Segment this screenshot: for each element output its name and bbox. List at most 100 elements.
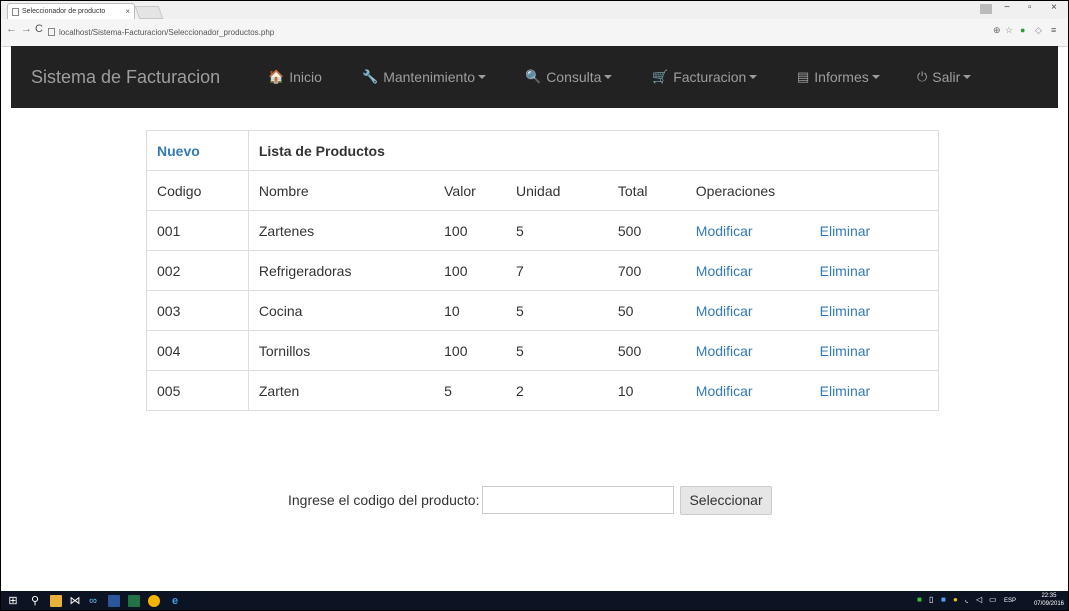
language-indicator[interactable]: ESP <box>1004 598 1016 604</box>
table-title: Lista de Productos <box>248 130 940 171</box>
cell-total: 500 <box>607 330 686 371</box>
delete-link[interactable]: Eliminar <box>809 250 939 291</box>
nav-mantenimiento-label: Mantenimiento <box>383 69 476 85</box>
product-code-label: Ingrese el codigo del producto: <box>288 492 480 508</box>
nav-facturacion[interactable]: 🛒 Facturacion <box>652 69 758 85</box>
tray-wifi-icon[interactable]: ◟ <box>965 595 968 604</box>
cell-codigo: 005 <box>146 370 249 411</box>
cell-codigo: 002 <box>146 250 249 291</box>
user-profile-icon[interactable] <box>980 4 992 14</box>
address-bar: ← → C localhost/Sistema-Facturacion/Sele… <box>1 19 1068 47</box>
product-code-input[interactable] <box>482 486 675 514</box>
nav-mantenimiento[interactable]: 🔧 Mantenimiento <box>362 69 487 85</box>
nav-consulta-label: Consulta <box>546 69 602 85</box>
cell-total: 700 <box>607 250 686 291</box>
excel-icon[interactable] <box>128 595 140 607</box>
taskbar-clock[interactable]: 22:35 07/09/2016 <box>1034 592 1064 608</box>
chrome-icon[interactable] <box>148 595 160 607</box>
page-favicon-icon <box>12 7 19 16</box>
new-tab-button[interactable] <box>134 6 164 19</box>
header-valor: Valor <box>434 170 507 211</box>
nav-informes[interactable]: ▤ Informes <box>797 69 880 85</box>
header-unidad: Unidad <box>506 170 608 211</box>
cell-nombre: Cocina <box>248 290 435 331</box>
tray-notification-icon[interactable]: ▭ <box>989 595 997 604</box>
modify-link[interactable]: Modificar <box>685 330 810 371</box>
delete-link[interactable]: Eliminar <box>809 210 939 251</box>
shopping-cart-icon: 🛒 <box>652 69 669 84</box>
list-alt-icon: ▤ <box>797 69 810 84</box>
extension-shield-icon[interactable]: ◇ <box>1035 25 1042 36</box>
table-header-row: Codigo Nombre Valor Unidad Total Operaci… <box>146 170 939 211</box>
cell-total: 10 <box>607 370 686 411</box>
nav-salir-label: Salir <box>932 69 961 85</box>
cell-unidad: 7 <box>506 250 608 291</box>
zoom-icon[interactable]: ⊕ <box>993 25 1001 36</box>
windows-taskbar: ⊞ ⚲ ⋈ ∞ e ■ ▯ ■ ● ◟ ◁ ▭ ESP 22:35 07/09/… <box>1 591 1068 610</box>
table-title-row: Nuevo Lista de Productos <box>146 130 940 171</box>
word-icon[interactable] <box>108 595 120 607</box>
windows-start-icon[interactable]: ⊞ <box>7 595 19 607</box>
cell-valor: 100 <box>434 210 507 251</box>
link-app-icon[interactable]: ∞ <box>87 595 99 607</box>
cell-unidad: 5 <box>506 290 608 331</box>
home-icon: 🏠 <box>268 69 285 84</box>
edge-icon[interactable]: e <box>169 595 181 607</box>
new-product-link[interactable]: Nuevo <box>146 130 249 171</box>
maximize-icon[interactable]: ▫ <box>1028 2 1032 13</box>
nav-consulta[interactable]: 🔍 Consulta <box>525 69 613 85</box>
browser-tab[interactable]: Seleccionador de producto × <box>7 3 135 19</box>
tab-close-icon[interactable]: × <box>125 7 130 16</box>
visual-studio-icon[interactable]: ⋈ <box>69 595 81 607</box>
back-icon[interactable]: ← <box>6 23 17 35</box>
extension-check-icon[interactable]: ● <box>1020 25 1025 35</box>
browser-window: Seleccionador de producto × − ▫ × ← → C … <box>0 0 1069 611</box>
cell-nombre: Zartenes <box>248 210 435 251</box>
table-row: 001 Zartenes 100 5 500 Modificar Elimina… <box>146 210 939 251</box>
brand-title[interactable]: Sistema de Facturacion <box>31 67 220 88</box>
caret-down-icon <box>478 75 487 79</box>
nav-facturacion-label: Facturacion <box>673 69 747 85</box>
delete-link[interactable]: Eliminar <box>809 370 939 411</box>
modify-link[interactable]: Modificar <box>685 210 810 251</box>
tray-security-icon[interactable]: ● <box>953 595 958 604</box>
tray-volume-icon[interactable]: ◁ <box>976 595 982 604</box>
nav-salir[interactable]: ⏻ Salir <box>917 69 972 85</box>
new-product-label[interactable]: Nuevo <box>157 143 200 159</box>
nav-inicio-label: Inicio <box>289 69 322 85</box>
nav-inicio[interactable]: 🏠 Inicio <box>268 69 322 85</box>
tab-strip: Seleccionador de producto × − ▫ × <box>1 1 1068 19</box>
file-explorer-icon[interactable] <box>50 595 62 607</box>
search-icon[interactable]: ⚲ <box>29 595 41 607</box>
close-window-icon[interactable]: × <box>1051 2 1057 13</box>
url-field[interactable]: localhost/Sistema-Facturacion/Selecciona… <box>48 22 966 42</box>
tray-clipboard-icon[interactable]: ▯ <box>929 595 933 604</box>
minimize-icon[interactable]: − <box>1004 2 1010 13</box>
header-operaciones: Operaciones <box>685 170 939 211</box>
tab-title: Seleccionador de producto <box>22 8 106 15</box>
nav-informes-label: Informes <box>814 69 869 85</box>
reload-icon[interactable]: C <box>35 23 43 35</box>
forward-icon[interactable]: → <box>21 23 32 35</box>
menu-icon[interactable]: ≡ <box>1051 25 1056 35</box>
table-row: 004 Tornillos 100 5 500 Modificar Elimin… <box>146 330 939 371</box>
modify-link[interactable]: Modificar <box>685 370 810 411</box>
cell-valor: 5 <box>434 370 507 411</box>
header-nombre: Nombre <box>248 170 435 211</box>
cell-total: 50 <box>607 290 686 331</box>
products-table: Nuevo Lista de Productos Codigo Nombre V… <box>146 130 940 411</box>
select-button[interactable]: Seleccionar <box>680 485 772 515</box>
tray-app-icon[interactable]: ■ <box>917 595 922 604</box>
page-icon <box>48 28 55 36</box>
cell-total: 500 <box>607 210 686 251</box>
modify-link[interactable]: Modificar <box>685 290 810 331</box>
cell-nombre: Tornillos <box>248 330 435 371</box>
tray-network-icon[interactable]: ■ <box>941 595 946 604</box>
delete-link[interactable]: Eliminar <box>809 330 939 371</box>
cell-unidad: 2 <box>506 370 608 411</box>
modify-link[interactable]: Modificar <box>685 250 810 291</box>
cell-valor: 100 <box>434 250 507 291</box>
url-text: localhost/Sistema-Facturacion/Selecciona… <box>59 27 275 37</box>
delete-link[interactable]: Eliminar <box>809 290 939 331</box>
bookmark-star-icon[interactable]: ☆ <box>1005 25 1013 36</box>
